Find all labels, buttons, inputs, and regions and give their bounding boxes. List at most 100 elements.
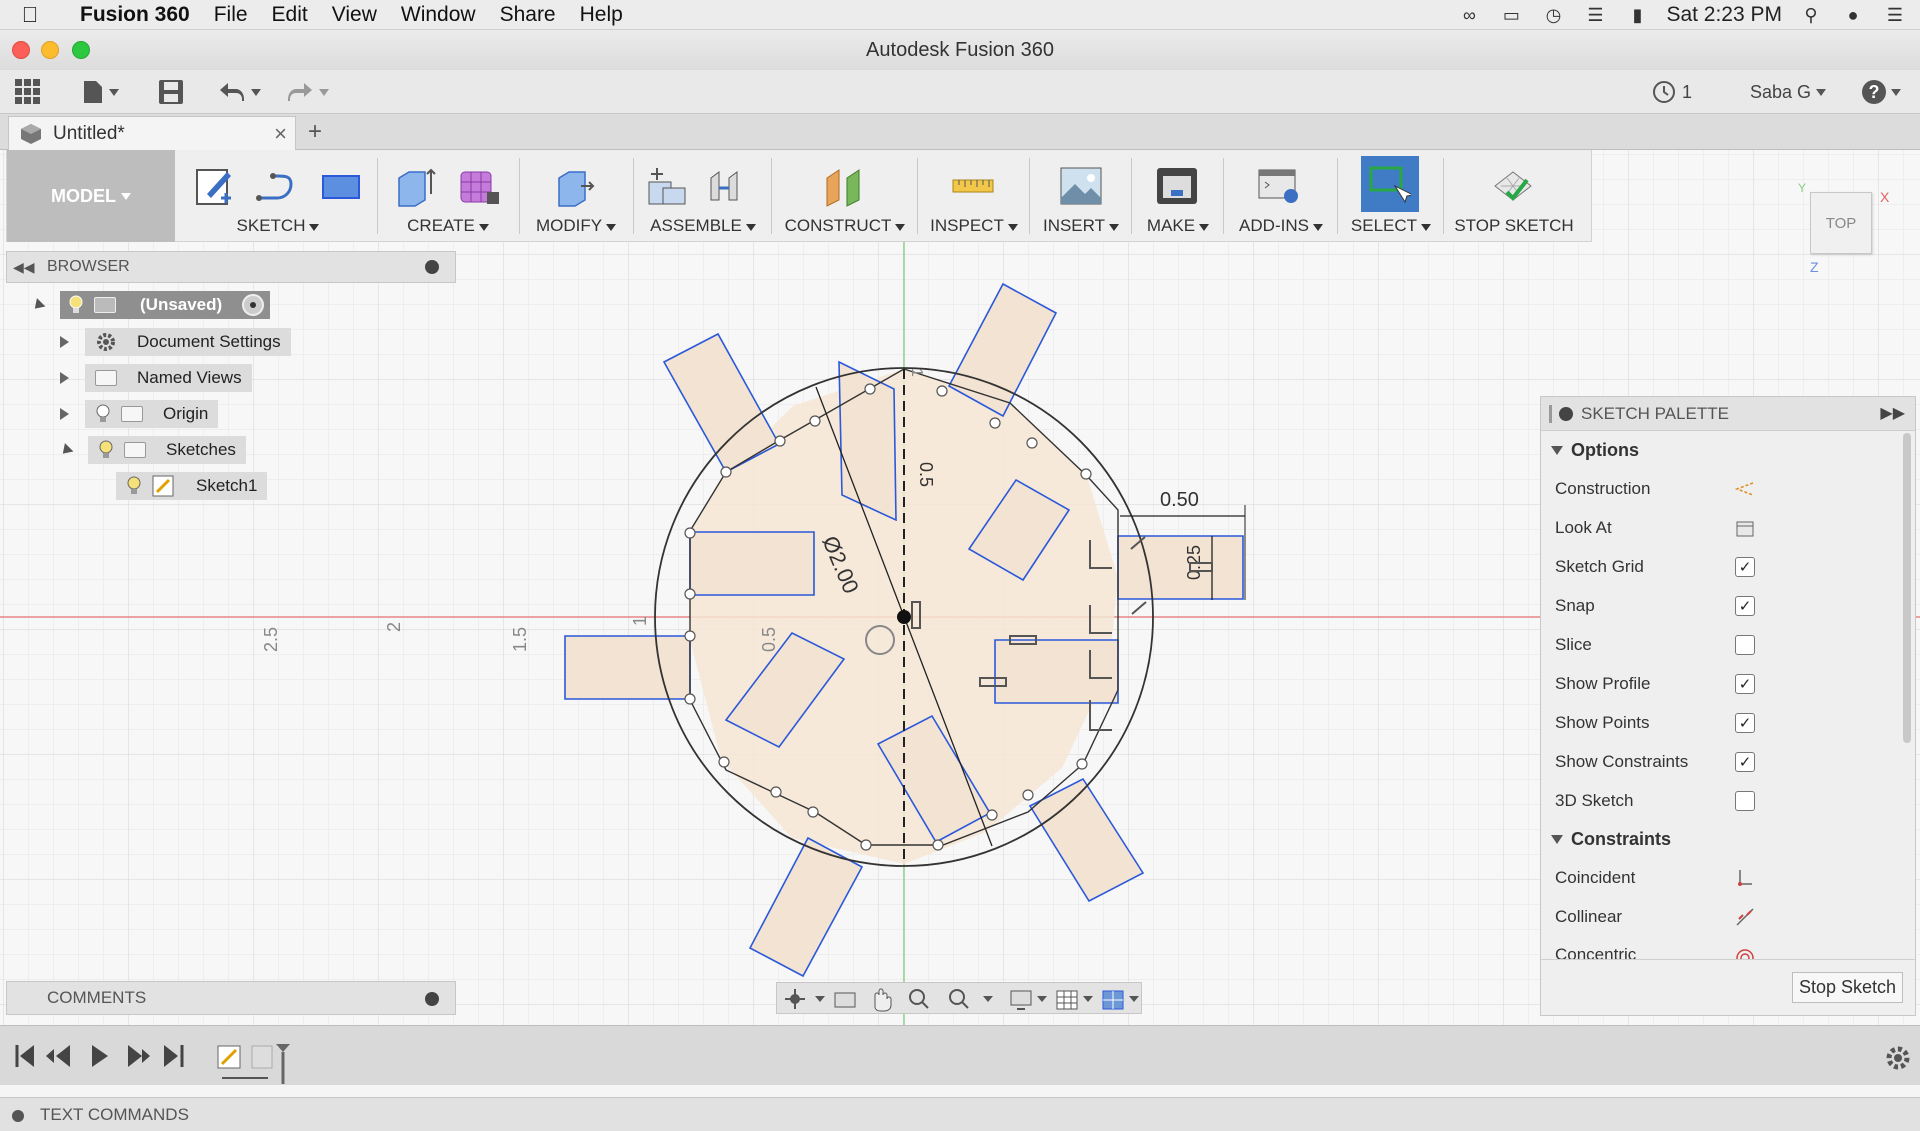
- modify-menu-label[interactable]: MODIFY: [523, 216, 629, 236]
- save-button[interactable]: [158, 78, 184, 106]
- palette-options-icon[interactable]: [1559, 407, 1573, 421]
- user-menu-button[interactable]: Saba G: [1750, 78, 1827, 106]
- expand-icon[interactable]: [60, 336, 69, 348]
- insert-menu-label[interactable]: INSERT: [1033, 216, 1129, 236]
- job-status-button[interactable]: 1: [1652, 78, 1692, 106]
- workspace-switcher-button[interactable]: MODEL: [7, 150, 175, 242]
- collapse-options-icon[interactable]: [1551, 445, 1563, 455]
- line-tool-icon[interactable]: [255, 164, 299, 208]
- sketch-palette-header[interactable]: SKETCH PALETTE ▶▶: [1541, 397, 1915, 431]
- browser-root-item[interactable]: (Unsaved): [60, 291, 271, 319]
- expand-icon[interactable]: [60, 372, 69, 384]
- inspect-menu-label[interactable]: INSPECT: [921, 216, 1027, 236]
- option-3d-sketch[interactable]: 3D Sketch: [1541, 781, 1915, 820]
- timeline-first-icon[interactable]: [15, 1045, 34, 1067]
- collinear-icon[interactable]: [1735, 907, 1755, 927]
- siri-icon[interactable]: ●: [1840, 5, 1866, 25]
- collapse-browser-icon[interactable]: ◀◀: [13, 259, 35, 276]
- apple-menu-icon[interactable]: : [0, 2, 60, 28]
- browser-item-origin[interactable]: Origin: [60, 399, 219, 429]
- insert-image-icon[interactable]: [1059, 164, 1103, 208]
- collapse-icon[interactable]: [58, 442, 74, 458]
- add-comment-icon[interactable]: [425, 992, 439, 1006]
- expand-palette-icon[interactable]: ▶▶: [1880, 403, 1905, 423]
- coincident-icon[interactable]: [1735, 868, 1755, 888]
- browser-item-document-settings[interactable]: Document Settings: [60, 327, 291, 357]
- measure-icon[interactable]: [951, 164, 995, 208]
- browser-options-icon[interactable]: [425, 260, 439, 274]
- palette-grip-icon[interactable]: [1549, 405, 1552, 423]
- insert-group[interactable]: INSERT: [1033, 150, 1129, 242]
- text-commands-options-icon[interactable]: [12, 1110, 24, 1122]
- comments-panel-header[interactable]: COMMENTS: [6, 981, 456, 1015]
- notification-center-icon[interactable]: ☰: [1882, 5, 1908, 25]
- creative-cloud-icon[interactable]: ∞: [1456, 5, 1482, 25]
- option-show-constraints[interactable]: Show Constraints ✓: [1541, 742, 1915, 781]
- menu-help[interactable]: Help: [568, 3, 635, 27]
- option-snap[interactable]: Snap ✓: [1541, 586, 1915, 625]
- time-machine-icon[interactable]: ◷: [1540, 5, 1566, 25]
- expand-root-icon[interactable]: [30, 297, 46, 313]
- vertical-dimension[interactable]: 0.5: [916, 462, 936, 487]
- lightbulb-icon[interactable]: [98, 440, 114, 460]
- menu-view[interactable]: View: [320, 3, 389, 27]
- help-menu-button[interactable]: ?: [1862, 78, 1901, 106]
- new-tab-button[interactable]: +: [308, 118, 322, 146]
- orbit-icon[interactable]: [785, 989, 805, 1009]
- new-component-icon[interactable]: [645, 164, 689, 208]
- add-ins-menu-label[interactable]: ADD-INS: [1227, 216, 1335, 236]
- stop-sketch-label[interactable]: STOP SKETCH: [1447, 216, 1581, 236]
- file-menu-button[interactable]: [82, 78, 119, 106]
- palette-scrollbar[interactable]: [1903, 433, 1911, 743]
- browser-item-sketch1[interactable]: Sketch1: [116, 471, 268, 501]
- extrude-icon[interactable]: [393, 164, 437, 208]
- constraints-section-header[interactable]: Constraints: [1541, 820, 1915, 858]
- show-profile-checkbox[interactable]: ✓: [1735, 674, 1755, 694]
- activate-radio-icon[interactable]: [242, 294, 265, 316]
- timeline-next-icon[interactable]: [128, 1045, 150, 1067]
- option-construction[interactable]: Construction: [1541, 469, 1915, 508]
- stop-sketch-button[interactable]: Stop Sketch: [1791, 972, 1903, 1003]
- expand-icon[interactable]: [60, 408, 69, 420]
- select-group[interactable]: SELECT: [1341, 150, 1441, 242]
- wifi-icon[interactable]: ☰: [1582, 5, 1608, 25]
- create-group[interactable]: CREATE: [381, 150, 515, 242]
- menu-window[interactable]: Window: [389, 3, 488, 27]
- browser-item-sketches[interactable]: Sketches: [58, 435, 246, 465]
- joint-icon[interactable]: [705, 164, 749, 208]
- redo-button[interactable]: [286, 78, 329, 106]
- option-show-profile[interactable]: Show Profile ✓: [1541, 664, 1915, 703]
- assemble-menu-label[interactable]: ASSEMBLE: [637, 216, 769, 236]
- browser-item-named-views[interactable]: Named Views: [60, 363, 252, 393]
- width-dimension[interactable]: 0.50: [1160, 489, 1199, 511]
- show-constraints-checkbox[interactable]: ✓: [1735, 752, 1755, 772]
- timeline-last-icon[interactable]: [164, 1045, 184, 1067]
- zoom-window-icon[interactable]: [949, 989, 969, 1009]
- collapse-constraints-icon[interactable]: [1551, 834, 1563, 844]
- lightbulb-icon[interactable]: [68, 295, 84, 315]
- select-icon[interactable]: [1367, 162, 1411, 206]
- close-tab-icon[interactable]: ×: [274, 121, 287, 147]
- option-slice[interactable]: Slice: [1541, 625, 1915, 664]
- text-commands-bar[interactable]: TEXT COMMANDS: [0, 1097, 1920, 1131]
- options-section-header[interactable]: Options: [1541, 431, 1915, 469]
- pan-hand-icon[interactable]: [874, 988, 892, 1012]
- constraint-coincident[interactable]: Coincident: [1541, 858, 1915, 897]
- rectangle-tool-icon[interactable]: [319, 164, 363, 208]
- construct-group[interactable]: CONSTRUCT: [775, 150, 915, 242]
- lightbulb-icon[interactable]: [95, 404, 111, 424]
- menu-share[interactable]: Share: [488, 3, 568, 27]
- select-menu-label[interactable]: SELECT: [1341, 216, 1441, 236]
- menu-app-name[interactable]: Fusion 360: [60, 3, 202, 27]
- close-window-button[interactable]: [12, 41, 30, 59]
- look-at-icon[interactable]: [1735, 518, 1755, 538]
- display-settings-icon[interactable]: [1010, 990, 1032, 1010]
- grid-settings-icon[interactable]: [1056, 990, 1078, 1010]
- form-icon[interactable]: [457, 164, 501, 208]
- assemble-group[interactable]: ASSEMBLE: [637, 150, 769, 242]
- sketch-menu-label[interactable]: SKETCH: [183, 216, 373, 236]
- constraint-collinear[interactable]: Collinear: [1541, 897, 1915, 936]
- scripts-addins-icon[interactable]: [1257, 164, 1301, 208]
- stop-sketch-group[interactable]: STOP SKETCH: [1447, 150, 1581, 242]
- timeline-play-icon[interactable]: [92, 1045, 108, 1067]
